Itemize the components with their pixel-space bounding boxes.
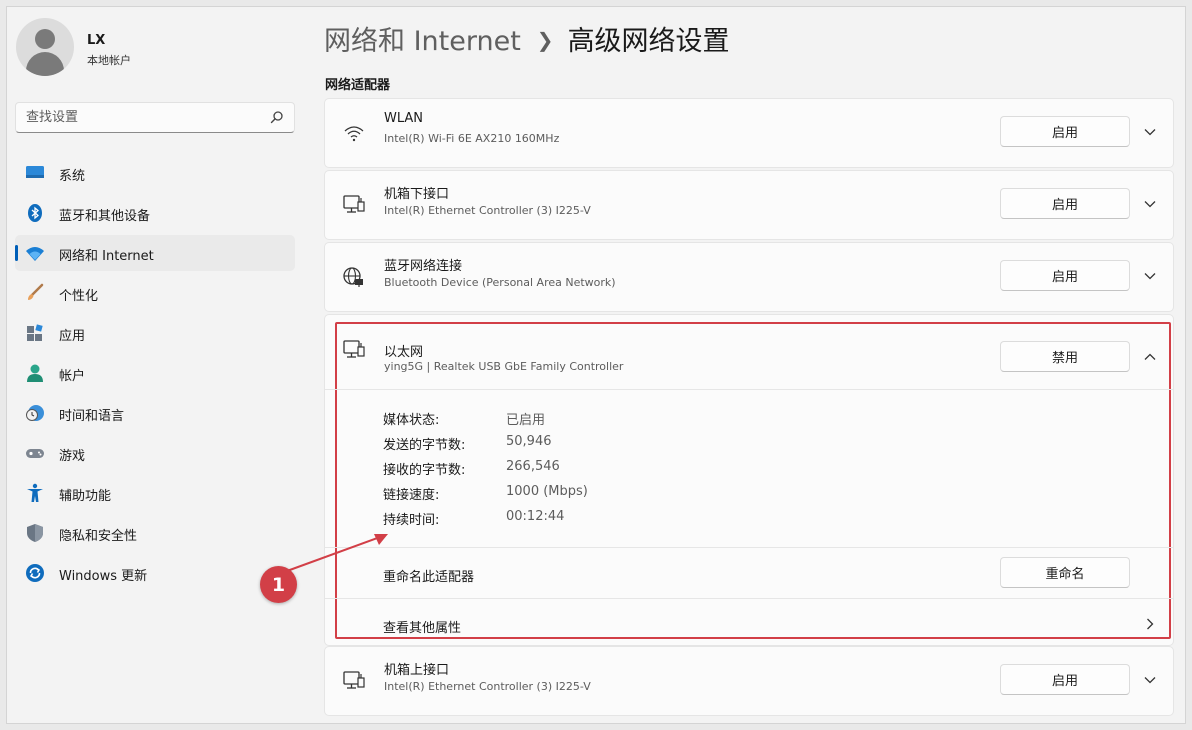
- detail-label-media-status: 媒体状态:: [383, 413, 440, 428]
- detail-value-link-speed: 1000 (Mbps): [506, 484, 588, 499]
- sidebar-item-gaming[interactable]: 游戏: [15, 435, 295, 471]
- person-icon: [27, 364, 43, 382]
- adapter-description: Intel(R) Ethernet Controller (3) I225-V: [384, 204, 591, 217]
- detail-label-bytes-sent: 发送的字节数:: [383, 438, 466, 453]
- ethernet-icon: [343, 671, 365, 689]
- wifi-icon: [26, 247, 44, 261]
- chevron-right-icon: [1147, 618, 1154, 630]
- settings-window: LX 本地帐户 系统 蓝牙和其他设备: [6, 6, 1186, 724]
- ethernet-header-row[interactable]: 以太网 ying5G | Realtek USB GbE Family Cont…: [325, 315, 1173, 383]
- more-properties-row[interactable]: 查看其他属性: [337, 599, 1169, 637]
- adapter-card-chassis-lower[interactable]: 机箱下接口 Intel(R) Ethernet Controller (3) I…: [324, 170, 1174, 240]
- sidebar-item-personalization[interactable]: 个性化: [15, 275, 295, 311]
- gamepad-icon: [26, 449, 44, 458]
- enable-button[interactable]: 启用: [1000, 188, 1130, 219]
- main-content: 网络和 Internet ❯ 高级网络设置 网络适配器 WLAN Intel(R) …: [324, 7, 1174, 723]
- adapter-card-ethernet-expanded: 以太网 ying5G | Realtek USB GbE Family Cont…: [324, 314, 1174, 646]
- sidebar-item-time-language[interactable]: 时间和语言: [15, 395, 295, 431]
- adapter-card-chassis-upper[interactable]: 机箱上接口 Intel(R) Ethernet Controller (3) I…: [324, 646, 1174, 716]
- detail-value-bytes-sent: 50,946: [506, 434, 552, 449]
- detail-value-media-status: 已启用: [506, 413, 546, 428]
- ethernet-icon: [343, 340, 365, 358]
- sidebar-item-apps[interactable]: 应用: [15, 315, 295, 351]
- brush-icon: [28, 283, 44, 300]
- globe-network-icon: [343, 267, 363, 287]
- search-input[interactable]: [16, 103, 294, 132]
- detail-value-bytes-received: 266,546: [506, 459, 560, 474]
- clock-globe-icon: [26, 405, 44, 421]
- detail-label-link-speed: 链接速度:: [383, 488, 440, 503]
- page-title: 高级网络设置: [567, 26, 730, 57]
- apps-icon: [27, 324, 43, 341]
- detail-label-duration: 持续时间:: [383, 513, 440, 528]
- bluetooth-icon: [28, 204, 42, 222]
- enable-button[interactable]: 启用: [1000, 260, 1130, 291]
- chevron-up-icon[interactable]: [1143, 350, 1157, 364]
- section-title: 网络适配器: [325, 78, 391, 93]
- annotation-number-badge: 1: [260, 566, 297, 603]
- adapter-name: WLAN: [384, 111, 424, 126]
- chevron-down-icon[interactable]: [1143, 125, 1157, 139]
- enable-button[interactable]: 启用: [1000, 116, 1130, 147]
- shield-icon: [27, 524, 43, 542]
- chevron-down-icon[interactable]: [1143, 269, 1157, 283]
- sidebar-item-accounts[interactable]: 帐户: [15, 355, 295, 391]
- nav-list: 系统 蓝牙和其他设备 网络和 Internet 个性化 应用 帐户 时间和语言 …: [15, 155, 295, 595]
- adapter-name: 蓝牙网络连接: [384, 259, 463, 274]
- sidebar-item-bluetooth[interactable]: 蓝牙和其他设备: [15, 195, 295, 231]
- adapter-name: 机箱下接口: [384, 187, 450, 202]
- search-box: [15, 102, 295, 133]
- accessibility-icon: [27, 483, 43, 502]
- adapter-name: 以太网: [384, 345, 424, 360]
- disable-button[interactable]: 禁用: [1000, 341, 1130, 372]
- monitor-icon: [26, 166, 44, 178]
- adapter-name: 机箱上接口: [384, 663, 450, 678]
- chevron-down-icon[interactable]: [1143, 197, 1157, 211]
- detail-value-duration: 00:12:44: [506, 509, 565, 524]
- rename-adapter-label: 重命名此适配器: [383, 570, 475, 585]
- sidebar-item-privacy[interactable]: 隐私和安全性: [15, 515, 295, 551]
- adapter-description: Intel(R) Ethernet Controller (3) I225-V: [384, 680, 591, 693]
- more-properties-label: 查看其他属性: [383, 621, 462, 636]
- detail-label-bytes-received: 接收的字节数:: [383, 463, 466, 478]
- enable-button[interactable]: 启用: [1000, 664, 1130, 695]
- update-icon: [26, 564, 44, 582]
- search-icon[interactable]: [270, 110, 284, 124]
- adapter-description: ying5G | Realtek USB GbE Family Controll…: [384, 360, 624, 373]
- ethernet-icon: [343, 195, 365, 213]
- sidebar-item-network[interactable]: 网络和 Internet: [15, 235, 295, 271]
- sidebar-item-system[interactable]: 系统: [15, 155, 295, 191]
- user-account-type: 本地帐户: [87, 54, 131, 67]
- breadcrumb: 网络和 Internet ❯ 高级网络设置: [324, 19, 730, 58]
- user-name: LX: [87, 33, 106, 48]
- sidebar-item-windows-update[interactable]: Windows 更新: [15, 555, 295, 591]
- avatar[interactable]: [16, 18, 74, 76]
- rename-button[interactable]: 重命名: [1000, 557, 1130, 588]
- adapter-card-bluetooth-network[interactable]: 蓝牙网络连接 Bluetooth Device (Personal Area N…: [324, 242, 1174, 312]
- breadcrumb-parent[interactable]: 网络和 Internet: [324, 26, 521, 57]
- adapter-description: Bluetooth Device (Personal Area Network): [384, 276, 616, 289]
- sidebar: LX 本地帐户 系统 蓝牙和其他设备: [7, 7, 307, 723]
- sidebar-item-accessibility[interactable]: 辅助功能: [15, 475, 295, 511]
- adapter-card-wlan[interactable]: WLAN Intel(R) Wi-Fi 6E AX210 160MHz 启用: [324, 98, 1174, 168]
- wifi-icon: [344, 126, 364, 142]
- chevron-down-icon[interactable]: [1143, 673, 1157, 687]
- adapter-description: Intel(R) Wi-Fi 6E AX210 160MHz: [384, 132, 560, 145]
- chevron-right-icon: ❯: [536, 28, 554, 52]
